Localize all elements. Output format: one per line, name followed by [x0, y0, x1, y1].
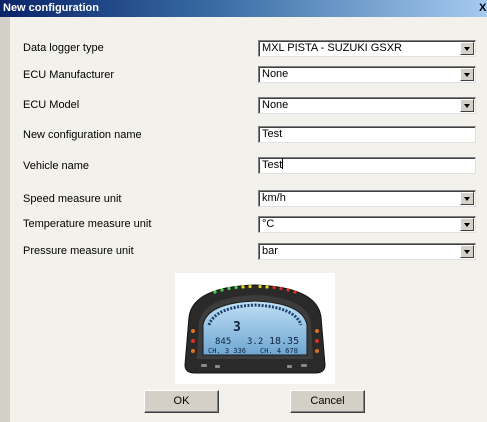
vehicle-name-value: Test — [262, 159, 283, 171]
data-logger-type-value: MXL PISTA - SUZUKI GSXR — [262, 42, 402, 54]
text-caret — [282, 158, 284, 169]
chevron-down-icon[interactable] — [460, 68, 474, 81]
chevron-down-icon[interactable] — [460, 192, 474, 205]
ecu-model-value: None — [262, 99, 289, 111]
display-value-1: 845 — [215, 337, 231, 347]
pressure-unit-value: bar — [262, 245, 278, 257]
display-channel-3: CH. 3 336 — [208, 347, 246, 355]
ok-button[interactable]: OK — [144, 390, 219, 413]
speed-unit-dropdown[interactable]: km/h — [258, 190, 476, 207]
display-value-2: 3.2 — [247, 337, 263, 347]
chevron-down-icon[interactable] — [460, 218, 474, 231]
chevron-down-icon[interactable] — [460, 99, 474, 112]
chevron-down-icon[interactable] — [460, 42, 474, 55]
vehicle-name-label: Vehicle name — [23, 160, 90, 172]
pressure-unit-label: Pressure measure unit — [23, 245, 134, 257]
temperature-unit-label: Temperature measure unit — [23, 218, 152, 230]
display-value-3: 18.35 — [269, 336, 299, 347]
title-bar: New configuration X — [0, 0, 487, 17]
config-name-value: Test — [262, 128, 283, 140]
speed-unit-label: Speed measure unit — [23, 193, 122, 205]
temperature-unit-dropdown[interactable]: °C — [258, 216, 476, 233]
ecu-model-dropdown[interactable]: None — [258, 97, 476, 114]
data-logger-type-dropdown[interactable]: MXL PISTA - SUZUKI GSXR — [258, 40, 476, 57]
dashboard-illustration: 3 845 3.2 18.35 CH. 3 336 CH. 4 678 — [184, 284, 326, 374]
ecu-model-label: ECU Model — [23, 99, 80, 111]
data-logger-type-label: Data logger type — [23, 42, 104, 54]
vehicle-name-input[interactable]: Test — [258, 157, 476, 174]
pressure-unit-dropdown[interactable]: bar — [258, 243, 476, 260]
config-name-input[interactable]: Test — [258, 126, 476, 143]
ecu-manufacturer-value: None — [262, 68, 289, 80]
cancel-button[interactable]: Cancel — [290, 390, 365, 413]
ecu-manufacturer-label: ECU Manufacturer — [23, 69, 115, 81]
temperature-unit-value: °C — [262, 218, 275, 230]
chevron-down-icon[interactable] — [460, 245, 474, 258]
display-channel-4: CH. 4 678 — [260, 347, 298, 355]
dashboard-preview-image: 3 845 3.2 18.35 CH. 3 336 CH. 4 678 — [175, 273, 335, 384]
gear-readout: 3 — [233, 320, 241, 335]
ecu-manufacturer-dropdown[interactable]: None — [258, 66, 476, 83]
close-icon[interactable]: X — [479, 0, 487, 17]
speed-unit-value: km/h — [262, 192, 286, 204]
config-name-label: New configuration name — [23, 129, 142, 141]
window-title: New configuration — [3, 2, 99, 14]
